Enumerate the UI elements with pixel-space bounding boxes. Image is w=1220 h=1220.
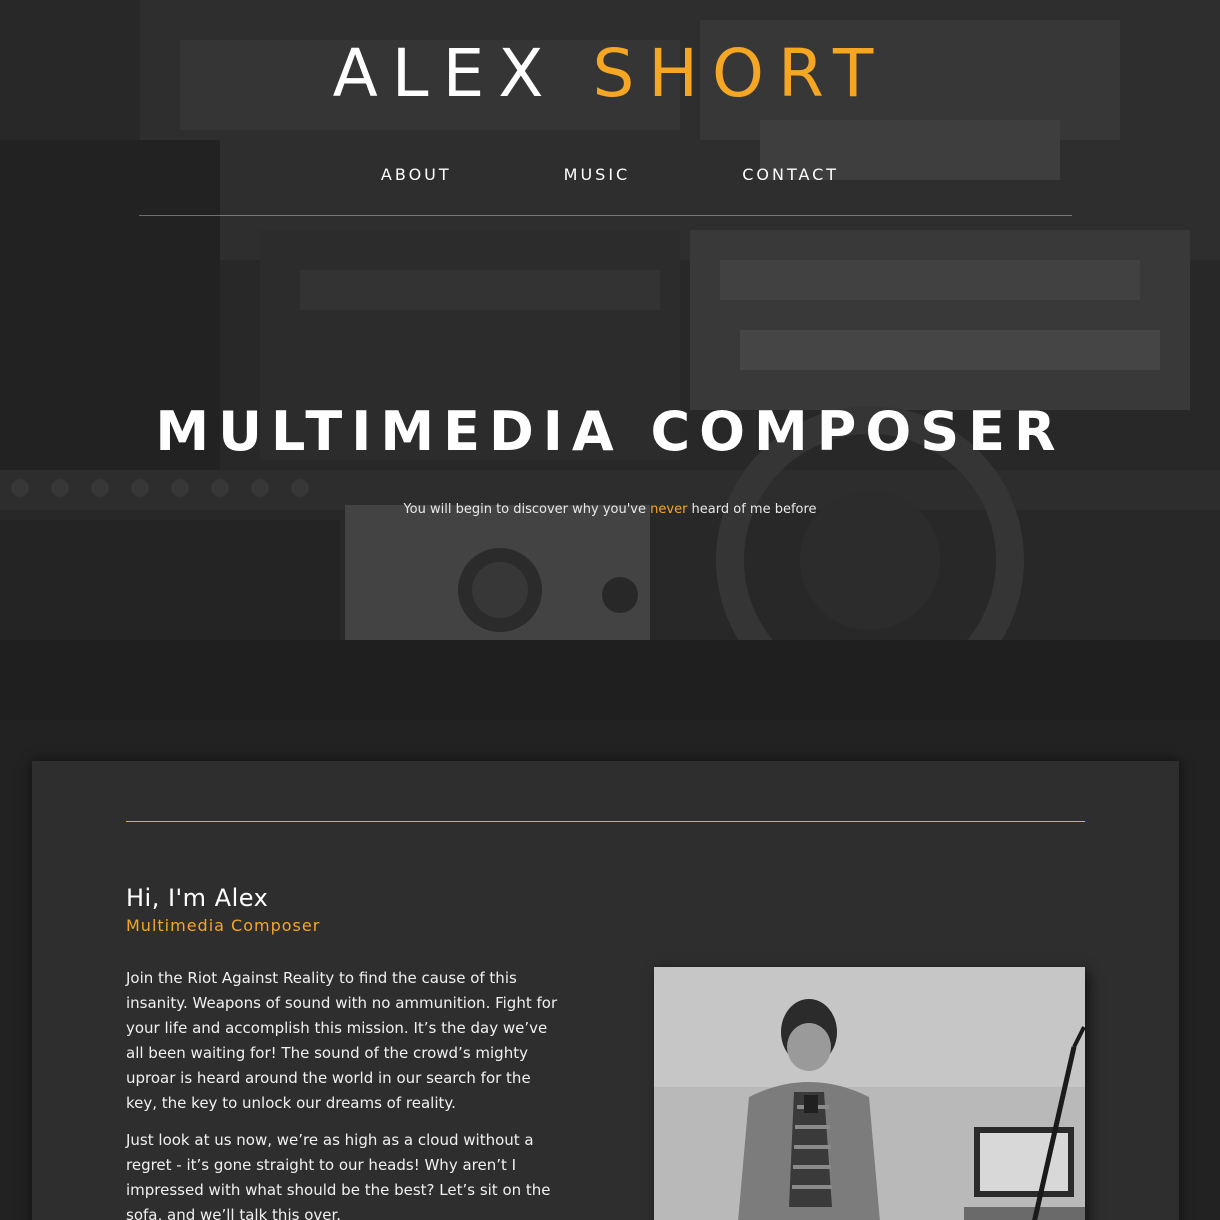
about-card: Hi, I'm Alex Multimedia Composer Join th…: [32, 761, 1179, 1220]
logo-first-name: ALEX: [332, 35, 558, 112]
tagline-before: You will begin to discover why you've: [403, 502, 651, 517]
hero-section: ALEX SHORT ABOUT MUSIC CONTACT MULTIMEDI…: [0, 0, 1220, 720]
main-nav: ABOUT MUSIC CONTACT: [0, 164, 1220, 186]
nav-item-music[interactable]: MUSIC: [564, 164, 631, 186]
about-bio: Join the Riot Against Reality to find th…: [126, 966, 558, 1220]
logo-last-name: SHORT: [592, 35, 888, 112]
portrait-image: [654, 967, 1085, 1220]
about-subheading: Multimedia Composer: [126, 916, 321, 935]
portrait-photo-graphic: [654, 967, 1085, 1220]
hero-title: MULTIMEDIA COMPOSER: [155, 400, 1065, 463]
nav-item-contact[interactable]: CONTACT: [742, 164, 839, 186]
page: ALEX SHORT ABOUT MUSIC CONTACT MULTIMEDI…: [0, 0, 1220, 1220]
nav-item-about[interactable]: ABOUT: [381, 164, 452, 186]
site-logo[interactable]: ALEX SHORT: [0, 36, 1220, 112]
about-divider: [126, 821, 1085, 822]
nav-divider: [139, 215, 1072, 216]
tagline-highlight: never: [650, 502, 688, 517]
tagline-after: heard of me before: [687, 502, 817, 517]
about-heading: Hi, I'm Alex: [126, 884, 269, 912]
bio-paragraph: Just look at us now, we’re as high as a …: [126, 1131, 551, 1220]
hero-tagline: You will begin to discover why you've ne…: [0, 500, 1220, 520]
bio-paragraph: Join the Riot Against Reality to find th…: [126, 969, 558, 1112]
